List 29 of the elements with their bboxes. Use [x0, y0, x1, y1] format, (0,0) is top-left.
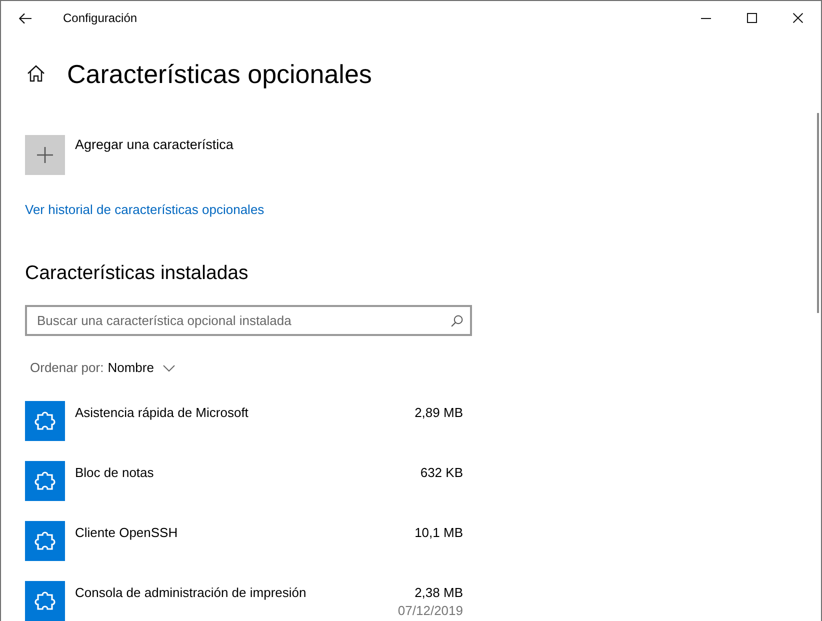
puzzle-icon: [25, 401, 65, 441]
sort-dropdown[interactable]: Nombre: [108, 358, 175, 378]
home-button[interactable]: [27, 65, 45, 82]
back-arrow-icon: [18, 12, 32, 24]
feature-size: 10,1 MB: [414, 524, 463, 542]
feature-size: 632 KB: [420, 464, 463, 482]
chevron-down-icon: [162, 364, 175, 372]
puzzle-icon: [25, 461, 65, 501]
feature-name: Asistencia rápida de Microsoft: [75, 404, 250, 422]
home-icon: [27, 65, 45, 82]
page-title: Características opcionales: [67, 58, 372, 90]
feature-name: Consola de administración de impresión: [75, 584, 308, 602]
window-title: Configuración: [63, 11, 138, 25]
install-date: 07/12/2019: [398, 603, 463, 619]
feature-size: 2,38 MB: [414, 584, 463, 602]
feature-name: Bloc de notas: [75, 464, 155, 482]
puzzle-icon: [25, 521, 65, 561]
sort-label: Ordenar por:: [30, 359, 104, 377]
search-icon: [451, 315, 463, 327]
history-link[interactable]: Ver historial de características opcionales: [25, 202, 264, 217]
search-field[interactable]: Buscar una característica opcional instalada: [25, 305, 472, 336]
section-heading: Características instaladas: [25, 261, 248, 286]
close-icon: [793, 13, 803, 23]
maximize-icon: [747, 13, 757, 23]
add-feature-button[interactable]: Agregar una característica: [25, 135, 234, 175]
plus-icon: [25, 135, 65, 175]
feature-size: 2,89 MB: [414, 404, 463, 422]
feature-name: Cliente OpenSSH: [75, 524, 179, 542]
scrollbar-thumb[interactable]: [817, 113, 819, 313]
